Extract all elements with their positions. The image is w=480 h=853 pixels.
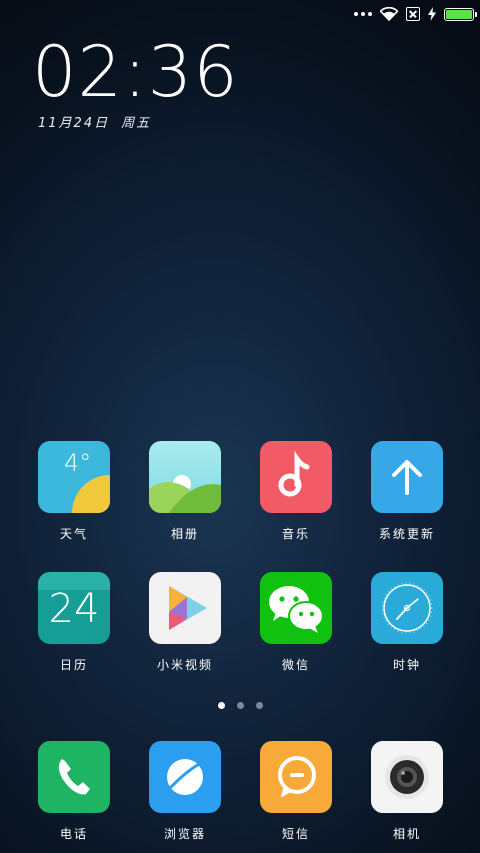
clock-time[interactable]: 02:36 — [32, 30, 239, 114]
more-dots-icon — [354, 12, 372, 16]
date-day: 11月24日 — [38, 116, 110, 131]
calendar-icon: 24 — [38, 572, 110, 644]
clock-icon — [371, 572, 443, 644]
play-icon — [149, 572, 221, 644]
app-label: 时钟 — [392, 658, 421, 672]
app-wechat[interactable]: 微信 — [241, 572, 351, 673]
app-label: 浏览器 — [163, 827, 206, 841]
app-label: 相册 — [170, 527, 199, 541]
calendar-day-number: 24 — [48, 586, 100, 632]
app-browser[interactable]: 浏览器 — [130, 741, 240, 842]
app-messages[interactable]: 短信 — [241, 741, 351, 842]
weather-icon: 4° — [38, 441, 110, 513]
gallery-icon — [149, 441, 221, 513]
app-updater[interactable]: 系统更新 — [352, 441, 462, 542]
app-weather[interactable]: 4° 天气 — [19, 441, 129, 542]
message-icon — [260, 741, 332, 813]
page-dot[interactable] — [255, 702, 263, 709]
app-clock[interactable]: 时钟 — [352, 572, 462, 673]
clock-date[interactable]: 11月24日 周五 — [38, 112, 151, 131]
app-label: 日历 — [59, 658, 88, 672]
wechat-icon — [260, 572, 332, 644]
app-gallery[interactable]: 相册 — [130, 441, 240, 542]
date-weekday: 周五 — [121, 116, 152, 131]
app-label: 微信 — [281, 658, 310, 672]
camera-icon — [371, 741, 443, 813]
browser-icon — [149, 741, 221, 813]
app-phone[interactable]: 电话 — [19, 741, 129, 842]
page-dot[interactable] — [236, 702, 244, 709]
app-label: 系统更新 — [378, 527, 435, 541]
app-label: 电话 — [59, 827, 88, 841]
page-dot[interactable] — [217, 702, 225, 709]
app-label: 小米视频 — [156, 658, 213, 672]
up-arrow-icon — [371, 441, 443, 513]
app-label: 相机 — [392, 827, 421, 841]
app-camera[interactable]: 相机 — [352, 741, 462, 842]
app-label: 音乐 — [281, 527, 310, 541]
status-bar — [354, 4, 477, 24]
app-video[interactable]: 小米视频 — [130, 572, 240, 673]
charging-bolt-icon — [428, 7, 436, 21]
app-label: 短信 — [281, 827, 310, 841]
phone-icon — [38, 741, 110, 813]
app-label: 天气 — [59, 527, 88, 541]
app-music[interactable]: 音乐 — [241, 441, 351, 542]
app-calendar[interactable]: 24 日历 — [19, 572, 129, 673]
weather-temperature: 4° — [64, 449, 92, 477]
page-indicator — [0, 702, 480, 709]
wifi-icon — [380, 7, 398, 21]
music-note-icon — [260, 441, 332, 513]
battery-icon — [444, 7, 477, 21]
no-sim-icon — [406, 7, 420, 21]
